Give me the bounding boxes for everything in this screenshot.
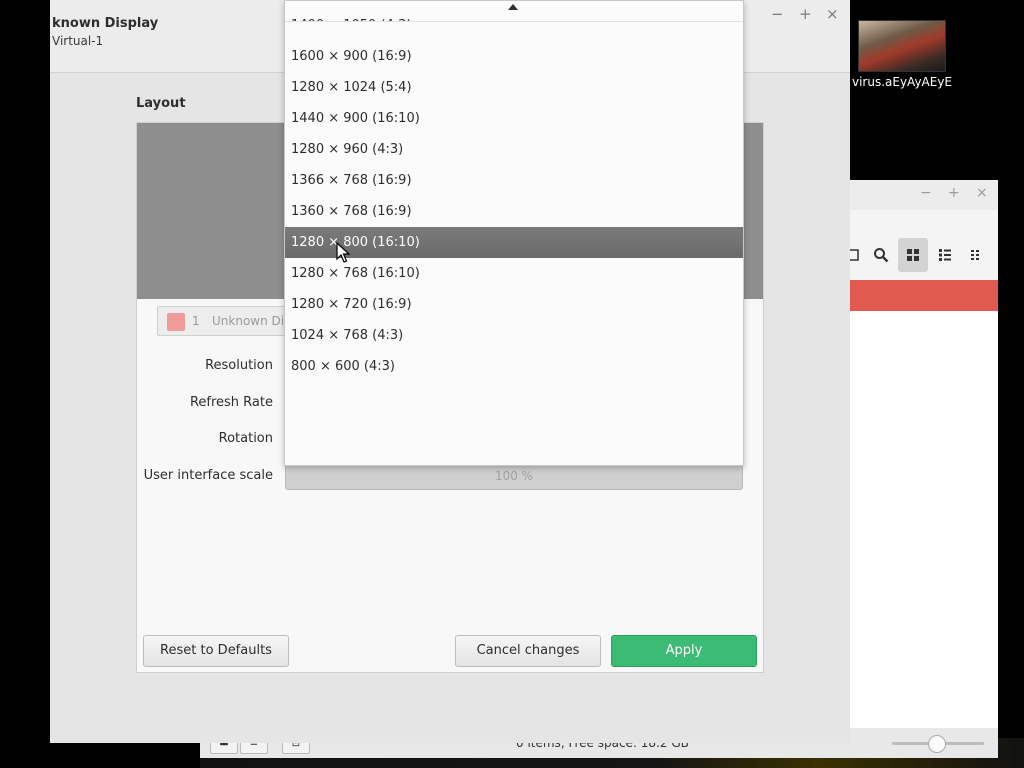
resolution-option[interactable]: 800 × 600 (4:3) xyxy=(285,351,743,382)
close-button[interactable]: × xyxy=(826,5,839,23)
apply-button[interactable]: Apply xyxy=(611,635,757,667)
ui-scale-combo[interactable]: 100 % xyxy=(285,463,743,490)
compact-view-icon[interactable] xyxy=(962,238,992,272)
window-subtitle: Virtual-1 xyxy=(52,34,104,48)
zoom-slider-handle[interactable] xyxy=(928,735,946,753)
maximize-button[interactable]: + xyxy=(799,5,812,23)
dropdown-divider xyxy=(285,21,743,22)
resolution-option[interactable]: 1280 × 960 (4:3) xyxy=(285,134,743,165)
file-thumbnail-image xyxy=(858,20,946,72)
icon-view-icon[interactable] xyxy=(898,238,928,272)
window-title: known Display xyxy=(52,16,159,31)
desktop-file-label: virus.aEyAyAEyE xyxy=(851,75,953,89)
resolution-option[interactable]: 1360 × 768 (16:9) xyxy=(285,196,743,227)
fm-minimize-button[interactable]: − xyxy=(920,185,932,201)
list-view-icon[interactable] xyxy=(930,238,960,272)
file-manager-titlebar: − + × xyxy=(850,180,998,210)
resolution-option[interactable]: 1440 × 900 (16:10) xyxy=(285,103,743,134)
resolution-option[interactable]: 1280 × 768 (16:10) xyxy=(285,258,743,289)
resolution-option[interactable]: 1400 × 1050 (4:3) xyxy=(285,10,743,21)
monitor-color-swatch xyxy=(167,313,185,331)
cancel-changes-button[interactable]: Cancel changes xyxy=(455,635,601,667)
resolution-option-selected[interactable]: 1280 × 800 (16:10) xyxy=(285,227,743,258)
resolution-option[interactable]: 1280 × 720 (16:9) xyxy=(285,289,743,320)
fm-close-button[interactable]: × xyxy=(976,185,988,201)
monitor-name: Unknown Di xyxy=(212,314,285,328)
resolution-option[interactable]: 1024 × 768 (4:3) xyxy=(285,320,743,351)
mouse-cursor-icon xyxy=(336,242,351,263)
monitor-number: 1 xyxy=(192,314,200,328)
resolution-dropdown-menu[interactable]: 1400 × 1050 (4:3) 1600 × 900 (16:9)1280 … xyxy=(284,0,744,466)
layout-heading: Layout xyxy=(136,96,186,111)
desktop-file-icon[interactable]: virus.aEyAyAEyE xyxy=(850,20,954,89)
reset-defaults-button[interactable]: Reset to Defaults xyxy=(143,635,289,667)
fm-warning-bar xyxy=(850,280,998,311)
file-manager-window: − + × xyxy=(847,180,998,728)
resolution-label: Resolution xyxy=(205,358,273,373)
refresh-rate-label: Refresh Rate xyxy=(189,395,273,410)
ui-scale-label: User interface scale xyxy=(143,468,273,483)
file-manager-toolbar xyxy=(847,238,998,272)
resolution-option[interactable]: 1366 × 768 (16:9) xyxy=(285,165,743,196)
minimize-button[interactable]: − xyxy=(771,5,784,23)
resolution-option[interactable]: 1280 × 1024 (5:4) xyxy=(285,72,743,103)
monitor-selector[interactable]: 1 Unknown Di xyxy=(157,306,297,336)
rotation-label: Rotation xyxy=(218,431,273,446)
scroll-up-arrow-icon[interactable] xyxy=(508,4,518,10)
fm-content-area[interactable] xyxy=(850,311,998,728)
search-icon[interactable] xyxy=(866,238,896,272)
resolution-option[interactable]: 1600 × 900 (16:9) xyxy=(285,41,743,72)
fm-maximize-button[interactable]: + xyxy=(948,185,960,201)
